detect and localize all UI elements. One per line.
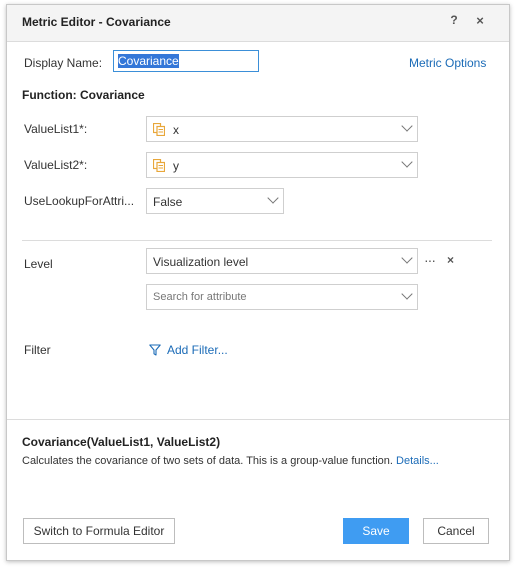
display-name-label: Display Name: xyxy=(24,56,103,70)
display-name-input[interactable]: Covariance xyxy=(113,50,259,72)
function-title: Function: Covariance xyxy=(22,88,145,102)
valuelist2-value: y xyxy=(173,159,179,173)
use-lookup-select[interactable]: False xyxy=(146,188,284,214)
remove-level-icon[interactable]: × xyxy=(447,253,454,267)
more-options-icon[interactable]: ··· xyxy=(424,252,436,268)
footer-divider xyxy=(7,419,509,420)
attribute-search-select[interactable]: Search for attribute xyxy=(146,284,418,310)
valuelist2-label: ValueList2*: xyxy=(24,158,88,172)
filter-label: Filter xyxy=(24,343,51,357)
valuelist1-select[interactable]: x xyxy=(146,116,418,142)
filter-icon[interactable] xyxy=(149,344,161,356)
valuelist1-label: ValueList1*: xyxy=(24,122,88,136)
add-filter-link[interactable]: Add Filter... xyxy=(167,343,228,357)
metric-editor-dialog: Metric Editor - Covariance ? × Display N… xyxy=(6,4,510,561)
attribute-search-placeholder: Search for attribute xyxy=(153,291,247,303)
valuelist1-value: x xyxy=(173,123,179,137)
switch-to-formula-editor-button[interactable]: Switch to Formula Editor xyxy=(23,518,175,544)
save-button[interactable]: Save xyxy=(343,518,409,544)
details-link[interactable]: Details... xyxy=(396,455,439,467)
function-description: Calculates the covariance of two sets of… xyxy=(22,455,439,467)
valuelist2-select[interactable]: y xyxy=(146,152,418,178)
level-label: Level xyxy=(24,257,53,271)
cancel-button[interactable]: Cancel xyxy=(423,518,489,544)
use-lookup-label: UseLookupForAttri... xyxy=(24,194,135,208)
attribute-icon xyxy=(153,159,165,172)
close-icon[interactable]: × xyxy=(473,13,487,28)
help-icon[interactable]: ? xyxy=(447,13,461,27)
attribute-icon xyxy=(153,123,165,136)
title-bar: Metric Editor - Covariance ? × xyxy=(7,5,509,42)
chevron-down-icon xyxy=(401,288,413,300)
level-value: Visualization level xyxy=(153,255,249,269)
chevron-down-icon xyxy=(401,156,413,168)
use-lookup-value: False xyxy=(153,195,183,209)
metric-options-link[interactable]: Metric Options xyxy=(409,56,486,70)
display-name-value: Covariance xyxy=(118,54,179,68)
function-description-text: Calculates the covariance of two sets of… xyxy=(22,455,393,467)
level-select[interactable]: Visualization level xyxy=(146,248,418,274)
chevron-down-icon xyxy=(267,192,279,204)
chevron-down-icon xyxy=(401,120,413,132)
dialog-title: Metric Editor - Covariance xyxy=(22,15,171,29)
function-signature: Covariance(ValueList1, ValueList2) xyxy=(22,435,221,449)
section-divider xyxy=(22,240,492,241)
chevron-down-icon xyxy=(401,252,413,264)
